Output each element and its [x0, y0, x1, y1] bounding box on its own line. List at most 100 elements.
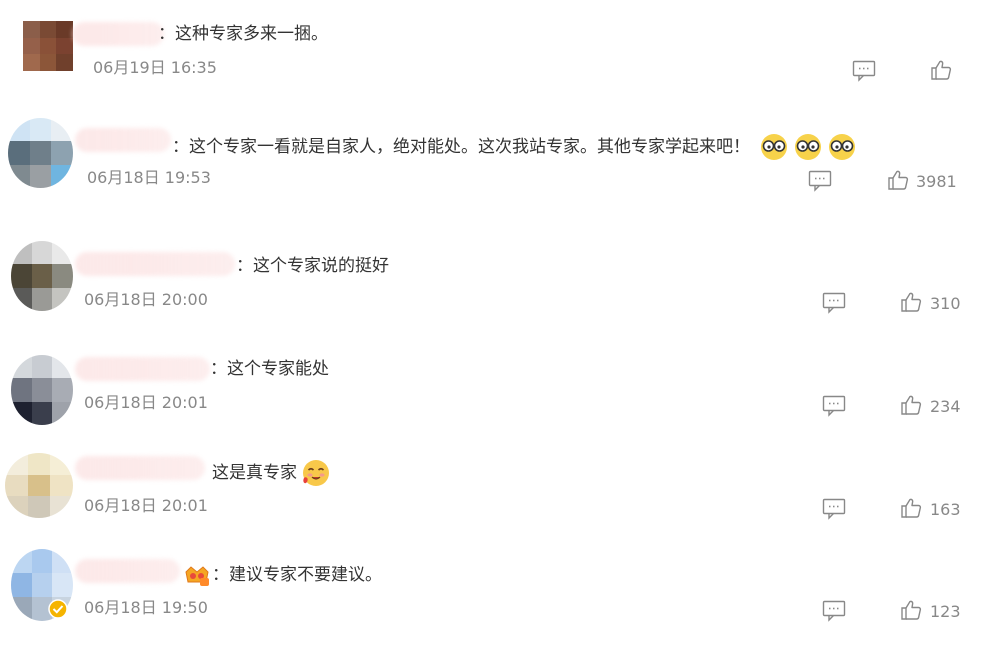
comment-text-body: ：这个专家一看就是自家人，绝对能处。这次我站专家。其他专家学起来吧！ — [172, 137, 750, 157]
avatar-mosaic-cell — [8, 141, 30, 165]
comment-timestamp: 06月18日 20:01 — [84, 496, 208, 515]
avatar[interactable] — [11, 355, 73, 425]
like-icon[interactable] — [887, 169, 909, 191]
reply-icon[interactable] — [852, 60, 876, 82]
username-blurred[interactable] — [75, 559, 180, 583]
avatar-mosaic-cell — [23, 21, 40, 38]
glasses-emoji-icon — [761, 134, 788, 160]
avatar-mosaic-cell — [27, 474, 51, 497]
avatar-mosaic-cell — [52, 401, 73, 425]
avatar-mosaic-cell — [31, 549, 53, 573]
avatar-mosaic-cell — [52, 355, 73, 379]
comment-item: ：建议专家不要建议。 06月18日 19:50 123 — [0, 541, 998, 654]
avatar-mosaic-cell — [56, 21, 73, 38]
avatar-mosaic-cell — [50, 474, 73, 497]
username-blurred[interactable] — [75, 252, 235, 276]
avatar-mosaic-cell — [27, 496, 51, 518]
comment-item: ：这种专家多来一捆。 06月19日 16:35 — [0, 0, 998, 110]
avatar-mosaic-cell — [52, 241, 73, 265]
avatar-mosaic-cell — [23, 37, 40, 55]
like-icon[interactable] — [900, 291, 922, 313]
avatar-mosaic-cell — [11, 573, 32, 597]
avatar-mosaic-cell — [51, 118, 73, 142]
comment-text: 这是真专家 — [212, 458, 331, 488]
avatar-mosaic-cell — [29, 164, 52, 188]
comment-text: ：这个专家一看就是自家人，绝对能处。这次我站专家。其他专家学起来吧！ — [172, 132, 857, 162]
avatar-mosaic-cell — [52, 287, 73, 311]
username-blurred[interactable] — [72, 22, 164, 46]
avatar-mosaic-cell — [11, 287, 32, 311]
reply-icon[interactable] — [822, 498, 846, 520]
like-count: 163 — [930, 500, 961, 519]
comment-timestamp: 06月18日 19:50 — [84, 598, 208, 617]
avatar-mosaic-cell — [23, 54, 40, 71]
comment-timestamp: 06月18日 20:01 — [84, 393, 208, 412]
like-icon[interactable] — [900, 497, 922, 519]
like-count: 310 — [930, 294, 961, 313]
like-count: 123 — [930, 602, 961, 621]
comment-text: ：这个专家能处 — [210, 359, 329, 379]
avatar-mosaic-cell — [31, 378, 53, 402]
avatar[interactable] — [5, 453, 73, 518]
avatar-mosaic-cell — [50, 496, 73, 518]
avatar-mosaic-cell — [31, 355, 53, 379]
avatar-mosaic-cell — [31, 573, 53, 597]
comment-text: ：建议专家不要建议。 — [212, 565, 382, 585]
avatar-mosaic-cell — [52, 378, 73, 402]
like-icon[interactable] — [900, 599, 922, 621]
username-blurred[interactable] — [75, 357, 210, 381]
glasses-emoji-icon — [829, 134, 856, 160]
avatar[interactable] — [8, 118, 73, 188]
comment-timestamp: 06月18日 19:53 — [87, 168, 211, 187]
avatar-mosaic-cell — [51, 141, 73, 165]
glasses-emoji-icon — [795, 134, 822, 160]
avatar-mosaic-cell — [39, 37, 57, 55]
avatar[interactable] — [23, 21, 73, 71]
reply-icon[interactable] — [822, 395, 846, 417]
avatar-mosaic-cell — [8, 164, 30, 188]
username-blurred[interactable] — [75, 456, 205, 480]
verified-badge-icon — [48, 599, 68, 619]
avatar-mosaic-cell — [39, 21, 57, 38]
avatar[interactable] — [11, 241, 73, 311]
comment-timestamp: 06月18日 20:00 — [84, 290, 208, 309]
comment-item: ：这个专家一看就是自家人，绝对能处。这次我站专家。其他专家学起来吧！ 06月18… — [0, 110, 998, 230]
reply-icon[interactable] — [822, 292, 846, 314]
avatar-mosaic-cell — [31, 241, 53, 265]
avatar-mosaic-cell — [11, 401, 32, 425]
username-blurred[interactable] — [75, 128, 171, 152]
avatar-mosaic-cell — [11, 241, 32, 265]
avatar-mosaic-cell — [5, 453, 28, 475]
avatar-mosaic-cell — [31, 287, 53, 311]
member-crown-badge-icon — [185, 566, 209, 586]
comment-item: ：这个专家能处 06月18日 20:01 234 — [0, 335, 998, 438]
comment-text: ：这种专家多来一捆。 — [158, 24, 328, 44]
avatar-mosaic-cell — [27, 453, 51, 475]
avatar-mosaic-cell — [56, 37, 73, 55]
drool-emoji-icon — [303, 460, 329, 486]
like-icon[interactable] — [900, 394, 922, 416]
comment-timestamp: 06月19日 16:35 — [93, 58, 217, 77]
comment-text: ：这个专家说的挺好 — [236, 256, 389, 276]
avatar-mosaic-cell — [31, 264, 53, 288]
avatar-mosaic-cell — [11, 378, 32, 402]
avatar-mosaic-cell — [52, 264, 73, 288]
avatar-mosaic-cell — [8, 118, 30, 142]
reply-icon[interactable] — [822, 600, 846, 622]
avatar-mosaic-cell — [29, 141, 52, 165]
avatar-mosaic-cell — [39, 54, 57, 71]
comment-item: 这是真专家 06月18日 20:01 163 — [0, 438, 998, 541]
like-count: 3981 — [916, 172, 957, 191]
comment-item: ：这个专家说的挺好 06月18日 20:00 310 — [0, 230, 998, 335]
avatar-mosaic-cell — [11, 264, 32, 288]
reply-icon[interactable] — [808, 170, 832, 192]
avatar-mosaic-cell — [11, 597, 32, 621]
avatar-mosaic-cell — [31, 401, 53, 425]
like-icon[interactable] — [930, 59, 952, 81]
avatar-mosaic-cell — [52, 573, 73, 597]
avatar-mosaic-cell — [51, 164, 73, 188]
like-count: 234 — [930, 397, 961, 416]
avatar-mosaic-cell — [11, 355, 32, 379]
avatar-mosaic-cell — [56, 54, 73, 71]
avatar-mosaic-cell — [5, 496, 28, 518]
